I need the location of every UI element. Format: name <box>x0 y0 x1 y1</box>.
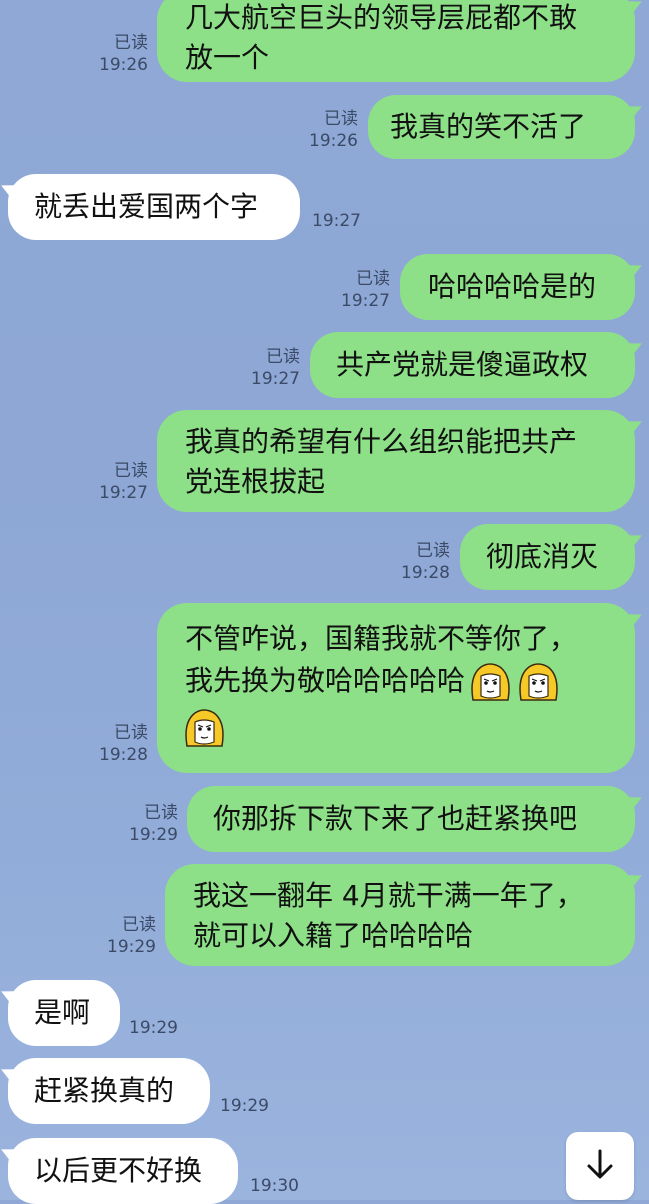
message-meta: 已读 19:27 <box>232 346 300 390</box>
blonde-face-sticker-icon <box>467 662 513 702</box>
read-receipt: 已读 <box>114 33 148 53</box>
message-text: 我真的笑不活了 <box>390 110 587 143</box>
message-text-line: 几大航空巨头的领导层屁都不敢 <box>185 1 578 34</box>
message-text: 共产党就是傻逼政权 <box>336 348 589 381</box>
read-receipt: 已读 <box>144 803 178 823</box>
read-receipt: 已读 <box>416 541 450 561</box>
message-bubble[interactable]: 就丢出爱国两个字 <box>8 174 300 240</box>
message-meta: 已读 19:29 <box>110 802 178 846</box>
message-time: 19:29 <box>107 937 156 957</box>
message-time: 19:28 <box>99 745 148 765</box>
message-time: 19:29 <box>129 825 178 845</box>
read-receipt: 已读 <box>356 269 390 289</box>
message-meta: 19:27 <box>312 210 372 232</box>
message-text-line: 我这一翻年 4月就干满一年了， <box>193 879 584 912</box>
message-meta: 已读 19:28 <box>382 540 450 584</box>
message-bubble[interactable]: 赶紧换真的 <box>8 1058 210 1124</box>
message-text: 彻底消灭 <box>486 540 599 573</box>
message-time: 19:26 <box>309 131 358 151</box>
message-text-line: 我先换为敬哈哈哈哈哈 <box>185 661 607 707</box>
message-text: 以后更不好换 <box>34 1154 203 1187</box>
message-bubble[interactable]: 共产党就是傻逼政权 <box>310 332 635 398</box>
message-time: 19:30 <box>250 1176 299 1196</box>
message-bubble[interactable]: 几大航空巨头的领导层屁都不敢 放一个 <box>157 0 635 82</box>
message-text-line: 就可以入籍了哈哈哈哈 <box>193 919 474 952</box>
blonde-face-sticker-icon <box>181 708 227 748</box>
read-receipt: 已读 <box>114 723 148 743</box>
message-text-line: 我真的希望有什么组织能把共产 <box>185 425 578 458</box>
message-bubble[interactable]: 是啊 <box>8 980 120 1046</box>
message-bubble[interactable]: 以后更不好换 <box>8 1138 238 1204</box>
message-bubble[interactable]: 不管咋说，国籍我就不等你了， 我先换为敬哈哈哈哈哈 <box>157 603 635 773</box>
read-receipt: 已读 <box>266 347 300 367</box>
read-receipt: 已读 <box>324 109 358 129</box>
message-text-line: 不管咋说，国籍我就不等你了， <box>185 622 578 655</box>
message-text: 我先换为敬哈哈哈哈哈 <box>185 664 466 697</box>
scroll-to-bottom-button[interactable] <box>566 1132 634 1200</box>
message-time: 19:28 <box>401 563 450 583</box>
message-text: 是啊 <box>34 996 91 1029</box>
message-meta: 已读 19:27 <box>322 268 390 312</box>
message-bubble[interactable]: 我这一翻年 4月就干满一年了， 就可以入籍了哈哈哈哈 <box>165 864 635 966</box>
message-text-line: 放一个 <box>185 41 270 74</box>
message-text: 你那拆下款下来了也赶紧换吧 <box>213 802 578 835</box>
message-text: 哈哈哈哈是的 <box>428 270 597 303</box>
message-meta: 已读 19:27 <box>80 460 148 504</box>
message-time: 19:29 <box>129 1018 178 1038</box>
read-receipt: 已读 <box>114 461 148 481</box>
message-bubble[interactable]: 我真的笑不活了 <box>368 95 635 159</box>
message-meta: 已读 19:29 <box>88 914 156 958</box>
message-bubble[interactable]: 你那拆下款下来了也赶紧换吧 <box>187 786 635 852</box>
read-receipt: 已读 <box>122 915 156 935</box>
message-time: 19:27 <box>312 211 361 231</box>
message-text: 赶紧换真的 <box>34 1074 175 1107</box>
message-bubble[interactable]: 彻底消灭 <box>460 524 635 590</box>
message-meta: 19:30 <box>250 1175 310 1197</box>
blonde-face-sticker-icon <box>515 662 561 702</box>
message-meta: 19:29 <box>129 1017 189 1039</box>
message-time: 19:27 <box>99 483 148 503</box>
message-meta: 已读 19:26 <box>80 32 148 76</box>
message-time: 19:29 <box>220 1096 269 1116</box>
message-bubble[interactable]: 哈哈哈哈是的 <box>400 254 635 320</box>
arrow-down-icon <box>583 1147 617 1185</box>
message-time: 19:27 <box>341 291 390 311</box>
message-meta: 已读 19:26 <box>290 108 358 152</box>
message-bubble[interactable]: 我真的希望有什么组织能把共产 党连根拔起 <box>157 410 635 512</box>
message-text: 就丢出爱国两个字 <box>34 190 259 223</box>
message-text-line <box>185 707 607 753</box>
message-time: 19:26 <box>99 55 148 75</box>
message-time: 19:27 <box>251 369 300 389</box>
message-text-line: 党连根拔起 <box>185 465 326 498</box>
message-meta: 已读 19:28 <box>80 722 148 766</box>
message-meta: 19:29 <box>220 1095 280 1117</box>
